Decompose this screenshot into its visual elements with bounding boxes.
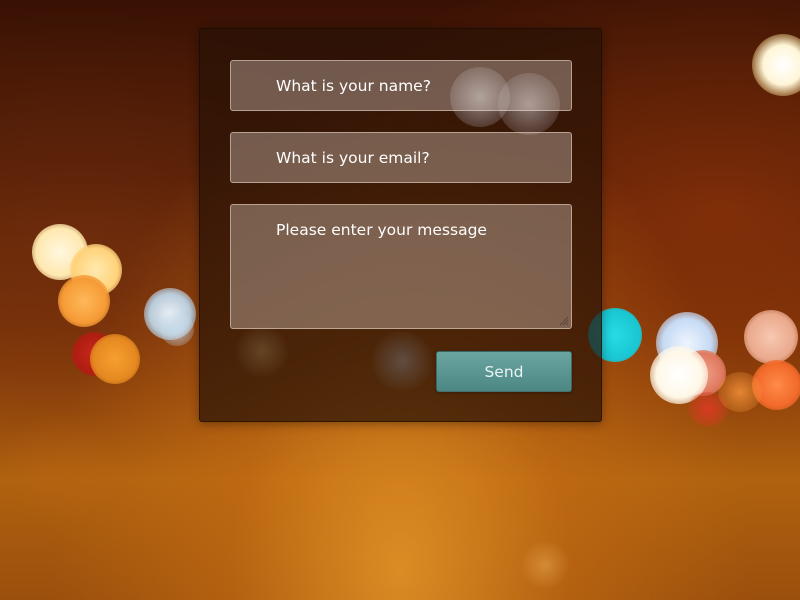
bokeh-light (236, 325, 288, 377)
bokeh-light (72, 332, 116, 376)
email-placeholder: What is your email? (276, 149, 430, 167)
resize-handle-icon[interactable] (559, 316, 569, 326)
bokeh-light (718, 372, 762, 412)
send-button-label: Send (484, 362, 524, 381)
bokeh-light (160, 312, 194, 346)
contact-form: What is your name? What is your email? P… (199, 28, 602, 422)
bokeh-light (70, 244, 122, 296)
bokeh-light (372, 331, 432, 391)
bokeh-light (144, 288, 196, 340)
bokeh-light (752, 34, 800, 96)
bokeh-light (90, 334, 140, 384)
bokeh-light (680, 350, 726, 396)
bokeh-light (520, 540, 570, 590)
bokeh-light (0, 410, 120, 530)
bokeh-light (32, 224, 88, 280)
bokeh-light (650, 346, 708, 404)
bokeh-light (58, 275, 110, 327)
bokeh-light (752, 360, 800, 410)
bokeh-light (744, 310, 798, 364)
name-placeholder: What is your name? (276, 77, 431, 95)
send-button[interactable]: Send (436, 351, 572, 392)
name-input[interactable]: What is your name? (230, 60, 572, 111)
email-input[interactable]: What is your email? (230, 132, 572, 183)
message-textarea[interactable]: Please enter your message (230, 204, 572, 329)
bokeh-light (656, 312, 718, 374)
message-placeholder: Please enter your message (276, 221, 487, 239)
bokeh-light (688, 392, 728, 426)
